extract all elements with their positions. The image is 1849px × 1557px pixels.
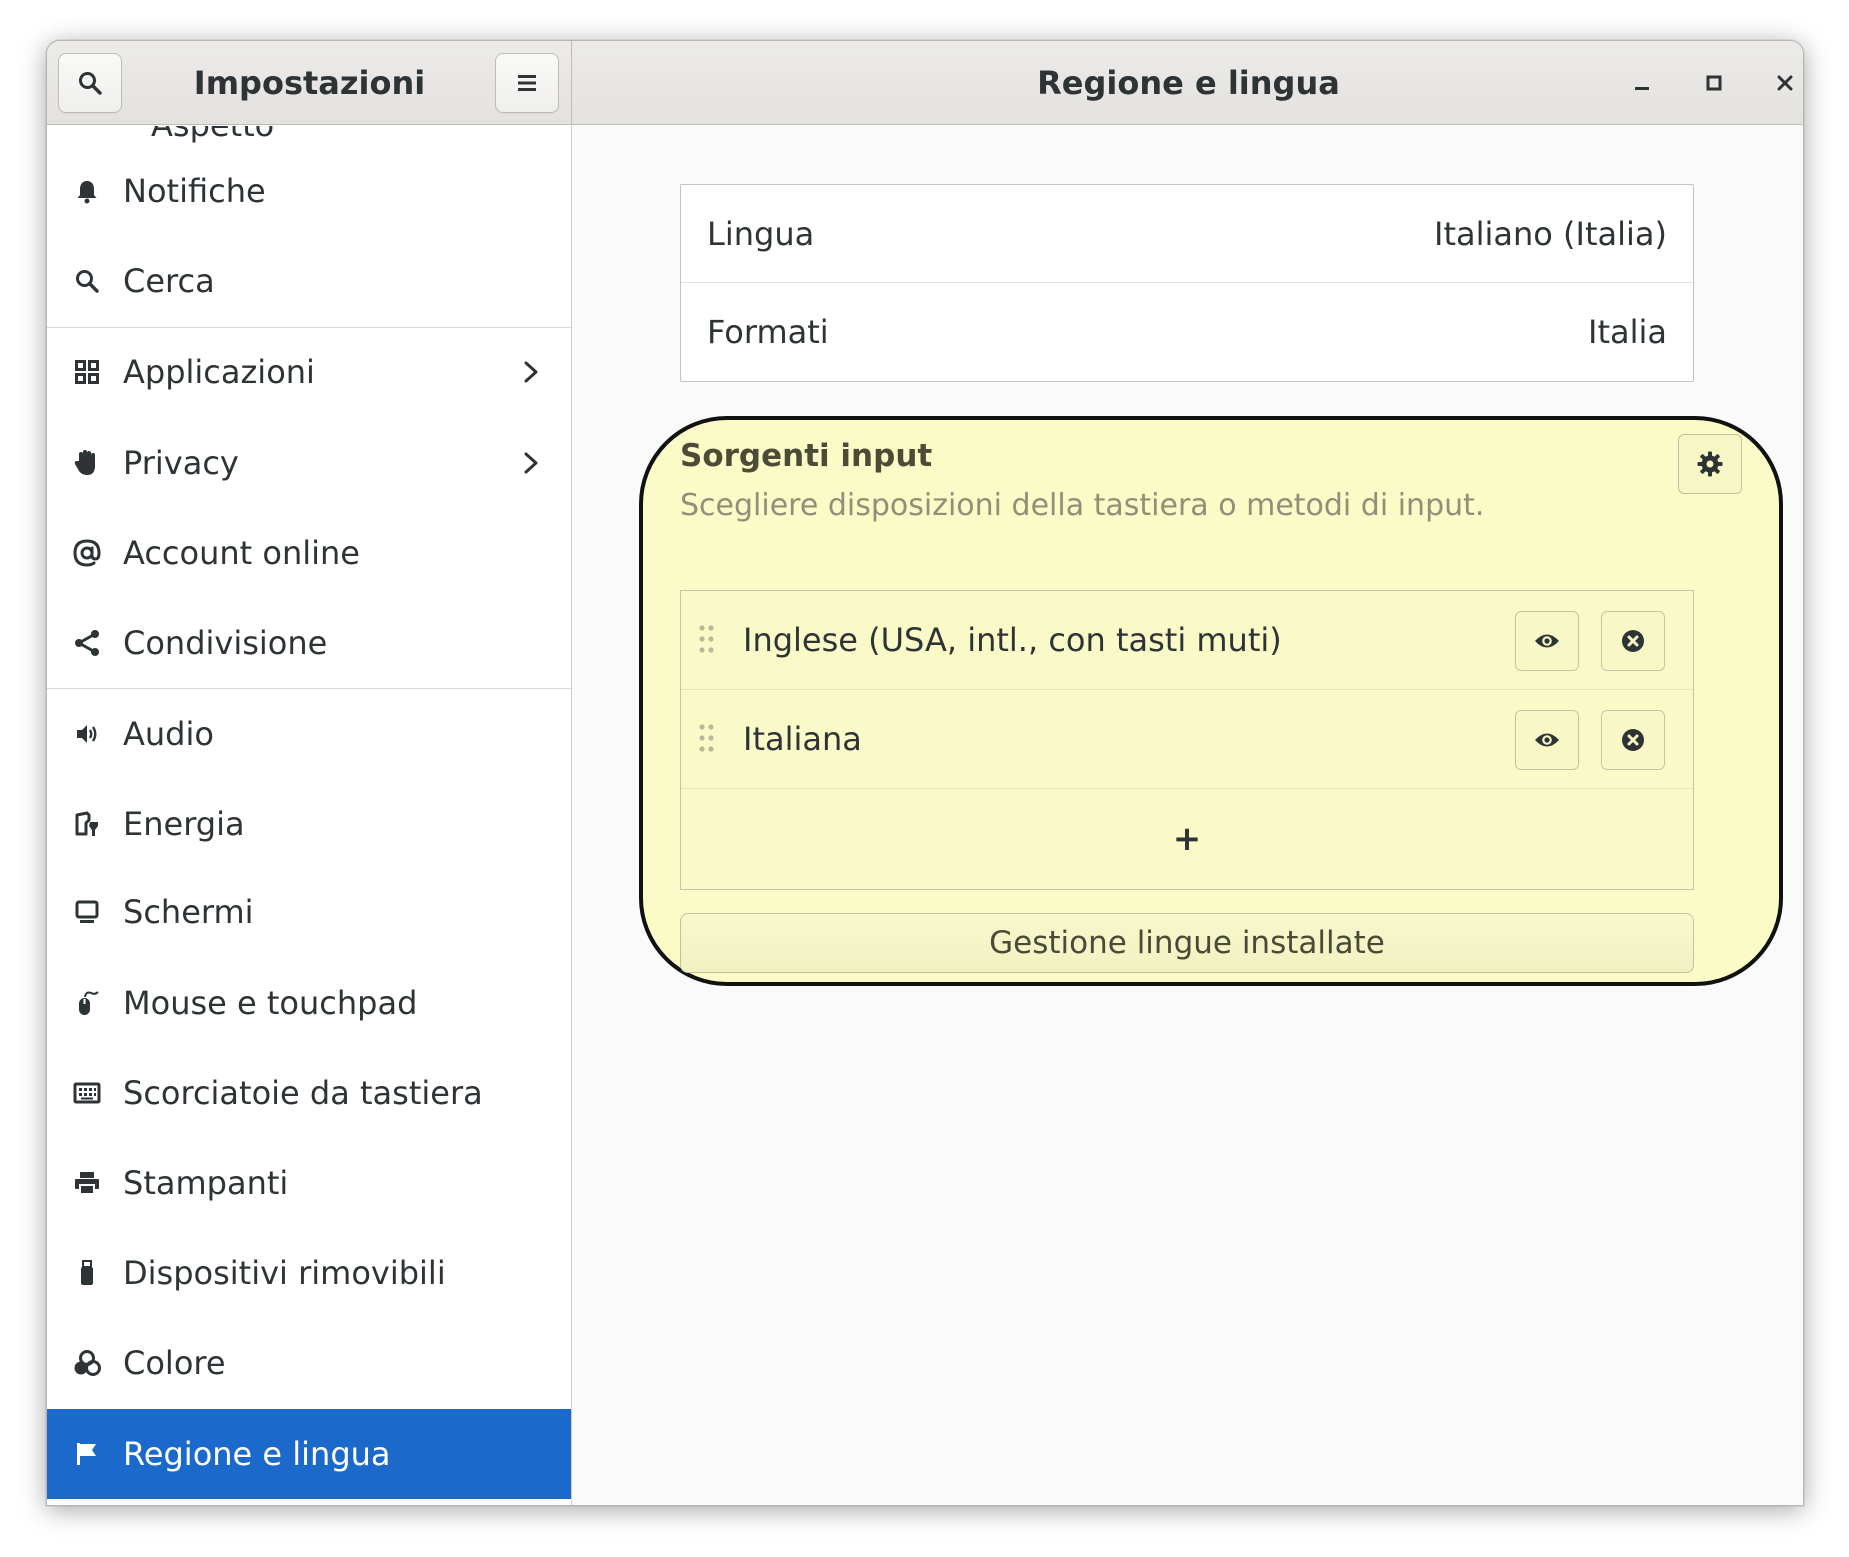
search-button[interactable] xyxy=(58,53,122,113)
flag-icon xyxy=(71,1438,103,1470)
mouse-icon xyxy=(71,987,103,1019)
sidebar-item-account-online[interactable]: Account online xyxy=(47,508,571,598)
minimize-button[interactable] xyxy=(1617,58,1667,108)
header-bar: Impostazioni Regione e lingua xyxy=(47,41,1803,125)
sidebar-item-privacy[interactable]: Privacy xyxy=(47,418,571,508)
sidebar-item-label: Condivisione xyxy=(123,624,328,662)
sidebar-item-energia[interactable]: Energia xyxy=(47,779,571,869)
sidebar-item-label: Dispositivi rimovibili xyxy=(123,1254,446,1292)
drag-handle-icon[interactable] xyxy=(697,623,717,655)
formati-label: Formati xyxy=(707,313,829,351)
sidebar-item-regione-lingua[interactable]: Regione e lingua xyxy=(47,1409,571,1499)
gear-icon xyxy=(1697,451,1723,477)
hand-icon xyxy=(71,447,103,479)
speaker-icon xyxy=(71,718,103,750)
search-icon xyxy=(71,265,103,297)
input-source-name: Inglese (USA, intl., con tasti muti) xyxy=(743,621,1282,659)
sidebar-item-label: Colore xyxy=(123,1344,226,1382)
remove-icon xyxy=(1622,729,1644,751)
chevron-right-icon xyxy=(524,361,538,383)
sidebar-item-label: Privacy xyxy=(123,444,239,482)
sidebar-item-schermi[interactable]: Schermi xyxy=(47,867,571,957)
main-menu-button[interactable] xyxy=(495,53,559,113)
sidebar-item-label: Applicazioni xyxy=(123,353,315,391)
maximize-button[interactable] xyxy=(1689,58,1739,108)
keyboard-icon xyxy=(71,1077,103,1109)
sidebar-item-label: Account online xyxy=(123,534,360,572)
sidebar-item-label: Cerca xyxy=(123,262,215,300)
input-sources-title: Sorgenti input xyxy=(680,438,933,474)
sidebar-item-partial[interactable]: Aspetto xyxy=(151,126,274,144)
remove-source-button[interactable] xyxy=(1601,710,1665,770)
lingua-row[interactable]: Lingua Italiano (Italia) xyxy=(681,185,1693,283)
remove-source-button[interactable] xyxy=(1601,611,1665,671)
header-sidebar-section: Impostazioni xyxy=(47,41,572,125)
apps-grid-icon xyxy=(71,356,103,388)
lingua-label: Lingua xyxy=(707,214,815,253)
preview-layout-button[interactable] xyxy=(1515,710,1579,770)
sidebar-item-label: Energia xyxy=(123,805,245,843)
sidebar-item-label: Stampanti xyxy=(123,1164,289,1202)
sidebar-item-label: Scorciatoie da tastiera xyxy=(123,1074,483,1112)
input-sources-options-button[interactable] xyxy=(1678,434,1742,494)
input-sources-description: Scegliere disposizioni della tastiera o … xyxy=(680,488,1485,523)
sidebar-item-label: Notifiche xyxy=(123,172,266,210)
input-source-name: Italiana xyxy=(743,720,862,758)
add-input-source-button[interactable]: + xyxy=(681,789,1693,889)
formati-row[interactable]: Formati Italia xyxy=(681,283,1693,381)
usb-drive-icon xyxy=(71,1257,103,1289)
sidebar-item-stampanti[interactable]: Stampanti xyxy=(47,1138,571,1228)
drag-handle-icon[interactable] xyxy=(697,722,717,754)
sidebar-item-label: Regione e lingua xyxy=(123,1435,391,1473)
input-source-row[interactable]: Inglese (USA, intl., con tasti muti) xyxy=(681,591,1693,690)
sidebar-item-dispositivi-rimovibili[interactable]: Dispositivi rimovibili xyxy=(47,1228,571,1318)
sidebar-item-mouse-touchpad[interactable]: Mouse e touchpad xyxy=(47,958,571,1048)
sidebar-item-applicazioni[interactable]: Applicazioni xyxy=(47,327,571,417)
sidebar-item-cerca[interactable]: Cerca xyxy=(47,236,571,326)
maximize-icon xyxy=(1706,75,1722,91)
close-button[interactable] xyxy=(1760,58,1803,108)
sidebar-item-scorciatoie[interactable]: Scorciatoie da tastiera xyxy=(47,1048,571,1138)
preview-layout-button[interactable] xyxy=(1515,611,1579,671)
sidebar-item-label: Audio xyxy=(123,715,214,753)
input-source-row[interactable]: Italiana xyxy=(681,690,1693,789)
app-title: Impostazioni xyxy=(193,64,426,102)
sidebar-item-label: Schermi xyxy=(123,893,254,931)
hamburger-menu-icon xyxy=(518,75,536,91)
settings-window: Impostazioni Regione e lingua Notifiche … xyxy=(46,40,1804,1506)
sidebar-item-label: Mouse e touchpad xyxy=(123,984,418,1022)
monitor-icon xyxy=(71,896,103,928)
input-sources-list: Inglese (USA, intl., con tasti muti) Ita… xyxy=(680,590,1694,890)
manage-installed-languages-button[interactable]: Gestione lingue installate xyxy=(680,913,1694,973)
printer-icon xyxy=(71,1167,103,1199)
bell-icon xyxy=(71,175,103,207)
main-content: Lingua Italiano (Italia) Formati Italia … xyxy=(573,126,1803,1505)
sidebar-item-colore[interactable]: Colore xyxy=(47,1318,571,1408)
color-icon xyxy=(71,1347,103,1379)
formati-value: Italia xyxy=(1588,313,1667,351)
chevron-right-icon xyxy=(524,452,538,474)
eye-icon xyxy=(1535,733,1559,747)
battery-icon xyxy=(71,808,103,840)
minimize-icon xyxy=(1635,87,1649,90)
add-icon: + xyxy=(1172,819,1202,859)
sidebar-item-notifiche[interactable]: Notifiche xyxy=(47,146,571,236)
sidebar[interactable]: Aspetto Notifiche Cerca Applicazioni xyxy=(47,126,572,1505)
language-card: Lingua Italiano (Italia) Formati Italia xyxy=(680,184,1694,382)
close-icon xyxy=(1777,75,1793,91)
lingua-value: Italiano (Italia) xyxy=(1434,214,1667,253)
at-sign-icon xyxy=(71,537,103,569)
eye-icon xyxy=(1535,634,1559,648)
search-icon xyxy=(79,72,102,95)
share-icon xyxy=(71,627,103,659)
sidebar-item-audio[interactable]: Audio xyxy=(47,689,571,779)
remove-icon xyxy=(1622,630,1644,652)
sidebar-item-condivisione[interactable]: Condivisione xyxy=(47,598,571,688)
